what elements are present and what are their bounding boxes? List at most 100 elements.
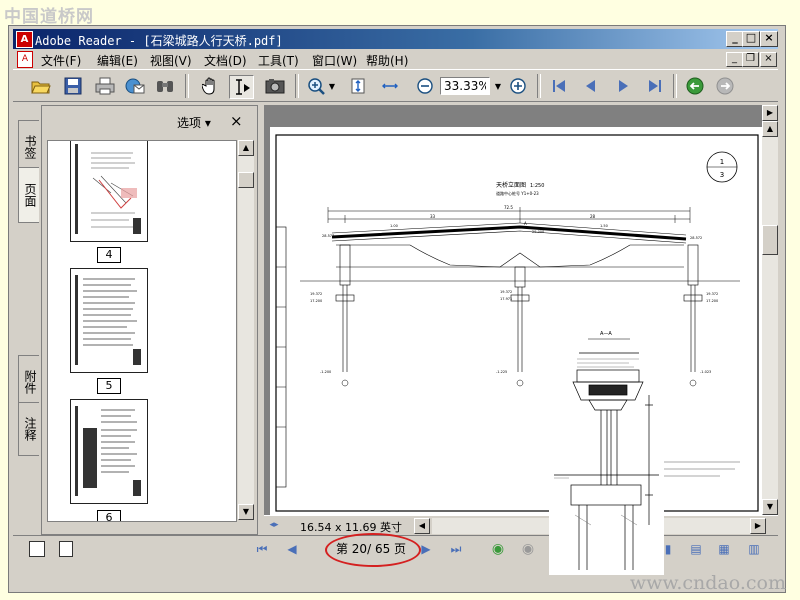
zoom-in-tool-icon[interactable] — [305, 75, 328, 97]
dim-slope-right: 1.50 — [600, 224, 608, 228]
watermark-bottom: www.cndao.com — [629, 572, 786, 594]
dim-pier-left-base: 17.200 — [310, 299, 322, 303]
dim-pile-mid: -1.225 — [496, 370, 507, 374]
dim-total-span: 72.5 — [504, 205, 513, 210]
last-page-icon[interactable] — [643, 75, 666, 97]
menu-view[interactable]: 视图(V) — [150, 52, 192, 69]
page-size-label: 16.54 x 11.69 英寸 — [300, 521, 402, 534]
document-footer: ◂▸ 16.54 x 11.69 英寸 ◀ ▶ — [264, 515, 778, 535]
dim-slope-left: 1.00 — [390, 224, 398, 228]
scroll-thumb[interactable] — [238, 172, 254, 188]
go-back-icon[interactable] — [683, 75, 706, 97]
doc-restore-button[interactable]: ❐ — [742, 52, 759, 67]
hand-tool-icon[interactable] — [199, 75, 222, 97]
previous-page-icon[interactable] — [579, 75, 602, 97]
menu-document[interactable]: 文档(D) — [204, 52, 247, 69]
pages-panel: 选项 ▾ × 4 5 6 ▲ ▼ — [41, 105, 258, 535]
first-page-icon[interactable] — [547, 75, 570, 97]
status-next-page-icon[interactable]: ▶ — [417, 541, 435, 557]
panel-expand-icon[interactable]: ▶ — [762, 105, 778, 121]
section-title: A—A — [600, 331, 612, 337]
document-view[interactable]: 1 3 天桥立面图 1:250 道路中心桩号 Y1+0-23 72.5 33 2… — [264, 105, 778, 515]
window-title: Adobe Reader - [石梁城路人行天桥.pdf] — [35, 34, 283, 48]
bridge-drawing: 1 3 天桥立面图 1:250 道路中心桩号 Y1+0-23 72.5 33 2… — [275, 134, 759, 512]
zoom-level-dropdown-icon[interactable]: ▼ — [493, 75, 503, 97]
menu-bar: A 文件(F) 编辑(E) 视图(V) 文档(D) 工具(T) 窗口(W) 帮助… — [13, 49, 778, 69]
section-detail-overlay — [549, 345, 664, 575]
drawing-title: 天桥立面图 — [496, 181, 526, 189]
go-forward-icon[interactable] — [713, 75, 736, 97]
drawing-scale: 1:250 — [530, 183, 544, 189]
menu-help[interactable]: 帮助(H) — [366, 52, 408, 69]
scroll-up-icon[interactable]: ▲ — [238, 140, 254, 156]
page-thumbnail[interactable] — [70, 141, 148, 242]
page-thumbnail[interactable] — [70, 399, 148, 504]
split-view-icon[interactable]: ◂▸ — [266, 518, 282, 533]
dim-span-right: 28 — [590, 214, 596, 219]
menu-tools[interactable]: 工具(T) — [258, 52, 299, 69]
email-icon[interactable] — [123, 75, 146, 97]
zoom-out-icon[interactable] — [413, 75, 436, 97]
layout-continuous-icon[interactable]: ▤ — [687, 541, 705, 557]
menu-window[interactable]: 窗口(W) — [312, 52, 357, 69]
title-bar[interactable]: A Adobe Reader - [石梁城路人行天桥.pdf] _ □ × — [13, 29, 778, 49]
doc-scroll-down-icon[interactable]: ▼ — [762, 499, 778, 515]
pdf-document-icon[interactable]: A — [17, 51, 33, 68]
adobe-reader-icon: A — [16, 31, 33, 48]
page-layout-icon[interactable] — [59, 541, 73, 557]
tab-comments[interactable]: 注释 — [18, 402, 39, 456]
panel-close-icon[interactable]: × — [230, 112, 243, 130]
status-forward-icon[interactable]: ◉ — [519, 541, 537, 557]
layout-continuous-facing-icon[interactable]: ▥ — [745, 541, 763, 557]
hscroll-left-icon[interactable]: ◀ — [414, 518, 430, 534]
next-page-icon[interactable] — [611, 75, 634, 97]
layout-facing-icon[interactable]: ▦ — [715, 541, 733, 557]
text-select-icon[interactable] — [229, 75, 254, 99]
sheet-total: 3 — [720, 171, 724, 179]
doc-scroll-up-icon[interactable]: ▲ — [762, 121, 778, 137]
zoom-level-input[interactable] — [440, 77, 490, 95]
snapshot-camera-icon[interactable] — [263, 75, 286, 97]
status-back-icon[interactable]: ◉ — [489, 541, 507, 557]
thumbnail-list[interactable]: 4 5 6 — [47, 140, 237, 522]
open-folder-icon[interactable] — [29, 75, 52, 97]
toolbar: ▼ ▼ — [13, 69, 778, 102]
zoom-tool-dropdown-icon[interactable]: ▼ — [327, 75, 337, 97]
zoom-in-icon[interactable] — [506, 75, 529, 97]
doc-close-button[interactable]: × — [760, 52, 777, 67]
pages-panel-header: 选项 ▾ × — [42, 106, 257, 136]
search-binoculars-icon[interactable] — [153, 75, 176, 97]
thumbnail-scrollbar[interactable]: ▲ ▼ — [238, 140, 254, 520]
status-first-page-icon[interactable]: ⏮ — [253, 541, 271, 557]
scroll-down-icon[interactable]: ▼ — [238, 504, 254, 520]
toolbar-separator — [537, 74, 541, 98]
menu-file[interactable]: 文件(F) — [41, 52, 81, 69]
label-section-a: A — [524, 221, 527, 226]
tab-bookmarks[interactable]: 书签 — [18, 120, 39, 174]
close-button[interactable]: × — [760, 31, 778, 47]
options-menu[interactable]: 选项 ▾ — [177, 114, 211, 131]
save-icon[interactable] — [61, 75, 84, 97]
dim-pier-right-top: 19.372 — [706, 292, 718, 296]
hscroll-right-icon[interactable]: ▶ — [750, 518, 766, 534]
single-page-icon[interactable] — [29, 541, 45, 557]
print-icon[interactable] — [93, 75, 116, 97]
status-last-page-icon[interactable]: ⏭ — [447, 541, 465, 557]
doc-scroll-thumb[interactable] — [762, 225, 778, 255]
sheet-number: 1 — [720, 158, 724, 166]
doc-minimize-button[interactable]: _ — [726, 52, 743, 67]
maximize-button[interactable]: □ — [742, 31, 760, 47]
page-thumbnail[interactable] — [70, 268, 148, 373]
tab-pages[interactable]: 页面 — [18, 167, 39, 223]
menu-edit[interactable]: 编辑(E) — [97, 52, 138, 69]
document-scrollbar[interactable]: ▶ ▲ ▼ — [762, 105, 778, 515]
fit-width-icon[interactable] — [378, 75, 401, 97]
dim-pier-mid-base: 17.971 — [500, 297, 512, 301]
toolbar-separator — [673, 74, 677, 98]
tab-attachments[interactable]: 附件 — [18, 355, 39, 409]
fit-height-icon[interactable] — [346, 75, 369, 97]
dim-pile-right: -1.023 — [700, 370, 711, 374]
thumbnail-label: 6 — [97, 510, 121, 521]
dim-elev-mid: 29.000 — [532, 230, 544, 234]
status-prev-page-icon[interactable]: ◀ — [283, 541, 301, 557]
